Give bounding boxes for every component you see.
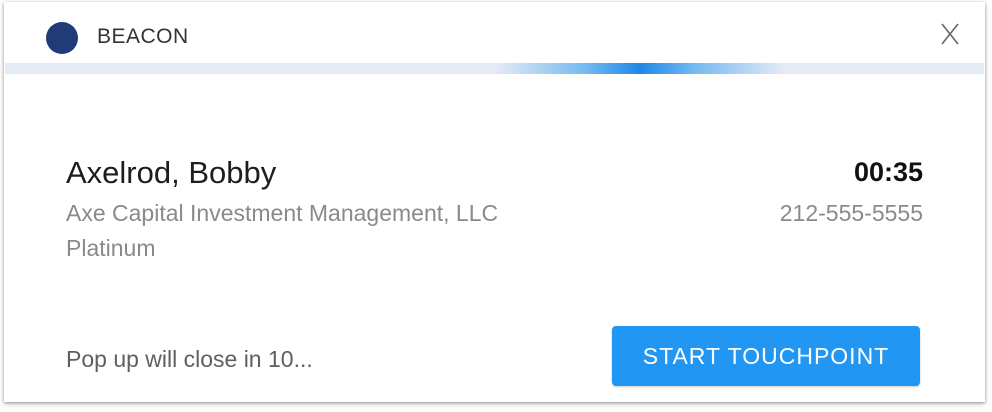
brand-logo-dot [46, 22, 78, 54]
caller-phone: 212-555-5555 [779, 200, 923, 226]
start-touchpoint-button[interactable]: START TOUCHPOINT [612, 326, 920, 386]
close-button[interactable] [934, 16, 964, 52]
popup-header: BEACON [4, 2, 985, 62]
brand-name: BEACON [97, 25, 189, 48]
call-timer: 00:35 [853, 157, 923, 187]
loading-indicator [495, 63, 785, 74]
caller-name: Axelrod, Bobby [66, 155, 277, 190]
caller-company: Axe Capital Investment Management, LLC [66, 200, 499, 226]
close-icon[interactable] [934, 16, 964, 52]
caller-tier: Platinum [66, 235, 156, 261]
incoming-call-popup: BEACON Axelrod, Bobby Axe Capital Invest… [4, 2, 985, 402]
auto-close-countdown: Pop up will close in 10... [66, 346, 313, 372]
loading-progress-bar [5, 63, 984, 74]
